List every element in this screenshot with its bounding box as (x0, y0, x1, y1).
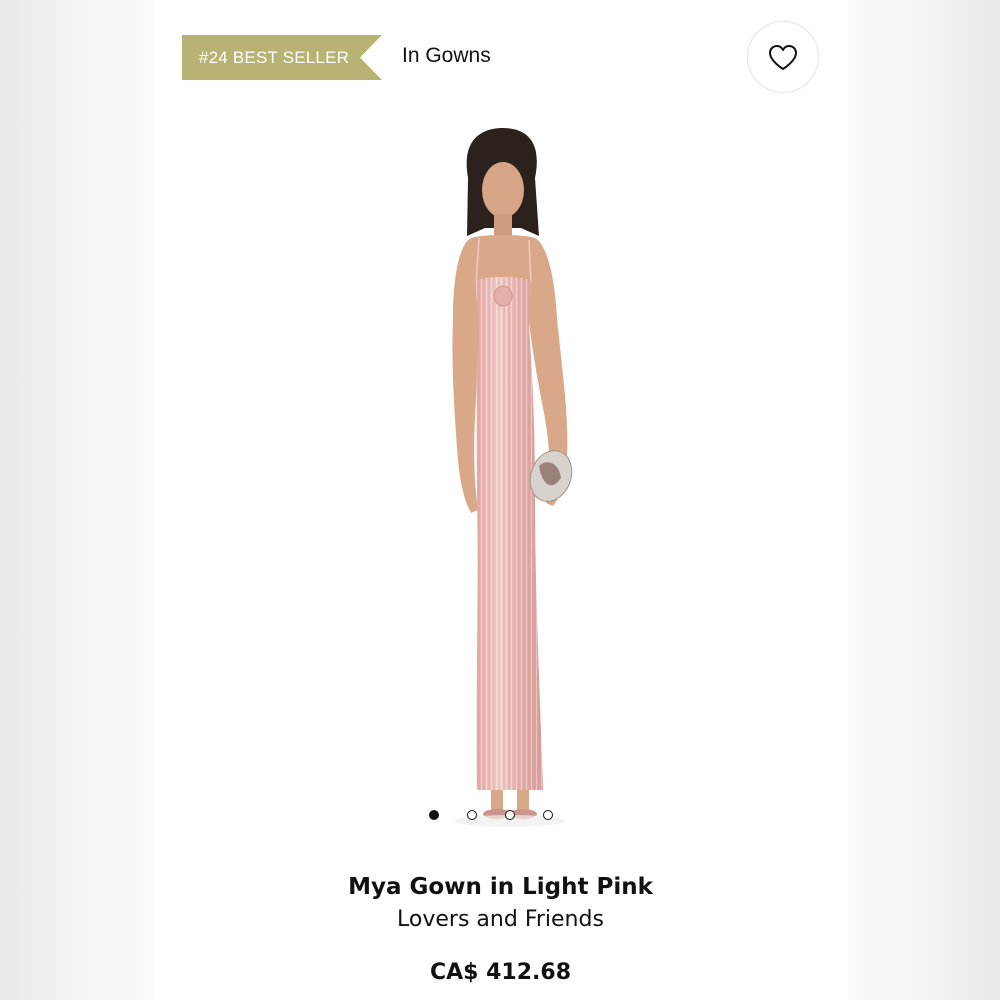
best-seller-badge[interactable]: #24 BEST SELLER (182, 35, 382, 80)
product-brand[interactable]: Lovers and Friends (153, 907, 848, 932)
category-link[interactable]: In Gowns (402, 44, 491, 68)
product-price: CA$ 412.68 (429, 960, 572, 985)
product-image[interactable] (383, 118, 623, 833)
best-seller-label: #24 BEST SELLER (199, 47, 350, 67)
carousel-indicators (429, 810, 553, 820)
product-card: #24 BEST SELLER In Gowns Mya Gown in Lig… (153, 0, 848, 1000)
favorite-button[interactable] (747, 21, 819, 93)
carousel-dot[interactable] (543, 810, 553, 820)
carousel-dot[interactable] (467, 810, 477, 820)
carousel-dot[interactable] (429, 810, 439, 820)
heart-icon (769, 44, 797, 70)
product-name[interactable]: Mya Gown in Light Pink (153, 874, 848, 900)
carousel-dot[interactable] (505, 810, 515, 820)
